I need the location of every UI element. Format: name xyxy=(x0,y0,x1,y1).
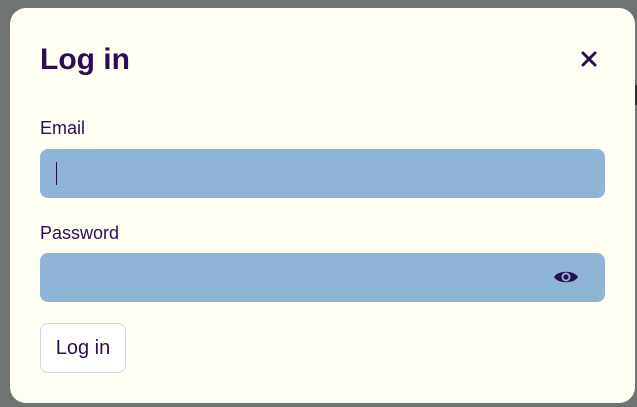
show-password-button[interactable] xyxy=(553,266,579,290)
close-button[interactable] xyxy=(576,47,602,73)
email-label: Email xyxy=(40,118,86,138)
password-field[interactable] xyxy=(40,253,605,302)
close-icon xyxy=(581,51,597,70)
text-cursor xyxy=(56,162,57,185)
email-field[interactable] xyxy=(40,149,605,198)
dialog-title: Log in xyxy=(40,43,130,76)
login-button[interactable]: Log in xyxy=(40,323,126,373)
password-field-container xyxy=(40,253,605,302)
login-dialog: Log in Email Password Log in xyxy=(10,8,635,403)
password-label: Password xyxy=(40,223,120,243)
email-field-container xyxy=(40,149,605,198)
eye-icon xyxy=(553,268,579,289)
